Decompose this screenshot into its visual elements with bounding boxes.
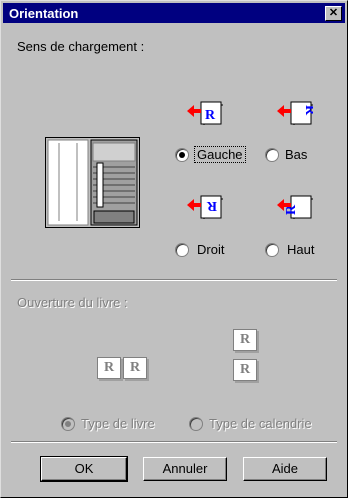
radio-left-label: Gauche	[194, 146, 246, 163]
feed-direction-label-text: Sens de chargement :	[17, 39, 145, 54]
printer-icon	[45, 137, 140, 228]
calendar-page-bottom: R	[233, 359, 257, 381]
separator-bottom	[11, 441, 337, 443]
feed-direction-label: Sens de chargement :	[17, 39, 144, 54]
radio-calendar-type-button[interactable]	[189, 417, 203, 431]
book-page-left: R	[97, 357, 121, 379]
radio-left-button[interactable]	[175, 148, 189, 162]
cancel-button[interactable]: Annuler	[143, 457, 227, 481]
radio-right-label: Droit	[197, 242, 225, 257]
radio-right-button[interactable]	[175, 243, 189, 257]
svg-text:R: R	[205, 108, 216, 123]
radio-top-label: Haut	[287, 242, 315, 257]
close-button[interactable]: ✕	[325, 6, 342, 21]
orientation-dialog: Orientation ✕ Sens de chargement : R R R…	[0, 0, 348, 498]
feed-bottom-icon: R	[277, 101, 313, 125]
svg-text:R: R	[302, 105, 313, 116]
radio-top-button[interactable]	[265, 243, 279, 257]
feed-top-icon: R	[277, 195, 313, 219]
calendar-page-top: R	[233, 329, 257, 351]
radio-left-text: Gauche	[194, 146, 246, 163]
dialog-title: Orientation	[9, 6, 79, 21]
ok-button[interactable]: OK	[40, 456, 128, 482]
radio-bottom-button[interactable]	[265, 148, 279, 162]
feed-right-icon: R	[187, 195, 223, 219]
svg-text:R: R	[206, 198, 217, 213]
radio-book-type-label: Type de livre	[81, 416, 155, 431]
separator	[11, 279, 337, 281]
help-button[interactable]: Aide	[243, 457, 327, 481]
title-bar[interactable]: Orientation ✕	[3, 3, 345, 23]
feed-left-icon: R	[187, 101, 223, 125]
book-page-right: R	[123, 357, 147, 379]
book-opening-label: Ouverture du livre :	[17, 295, 128, 310]
radio-calendar-type-label: Type de calendrie	[209, 416, 312, 431]
radio-bottom-label: Bas	[285, 147, 308, 162]
radio-book-type-button[interactable]	[61, 417, 75, 431]
